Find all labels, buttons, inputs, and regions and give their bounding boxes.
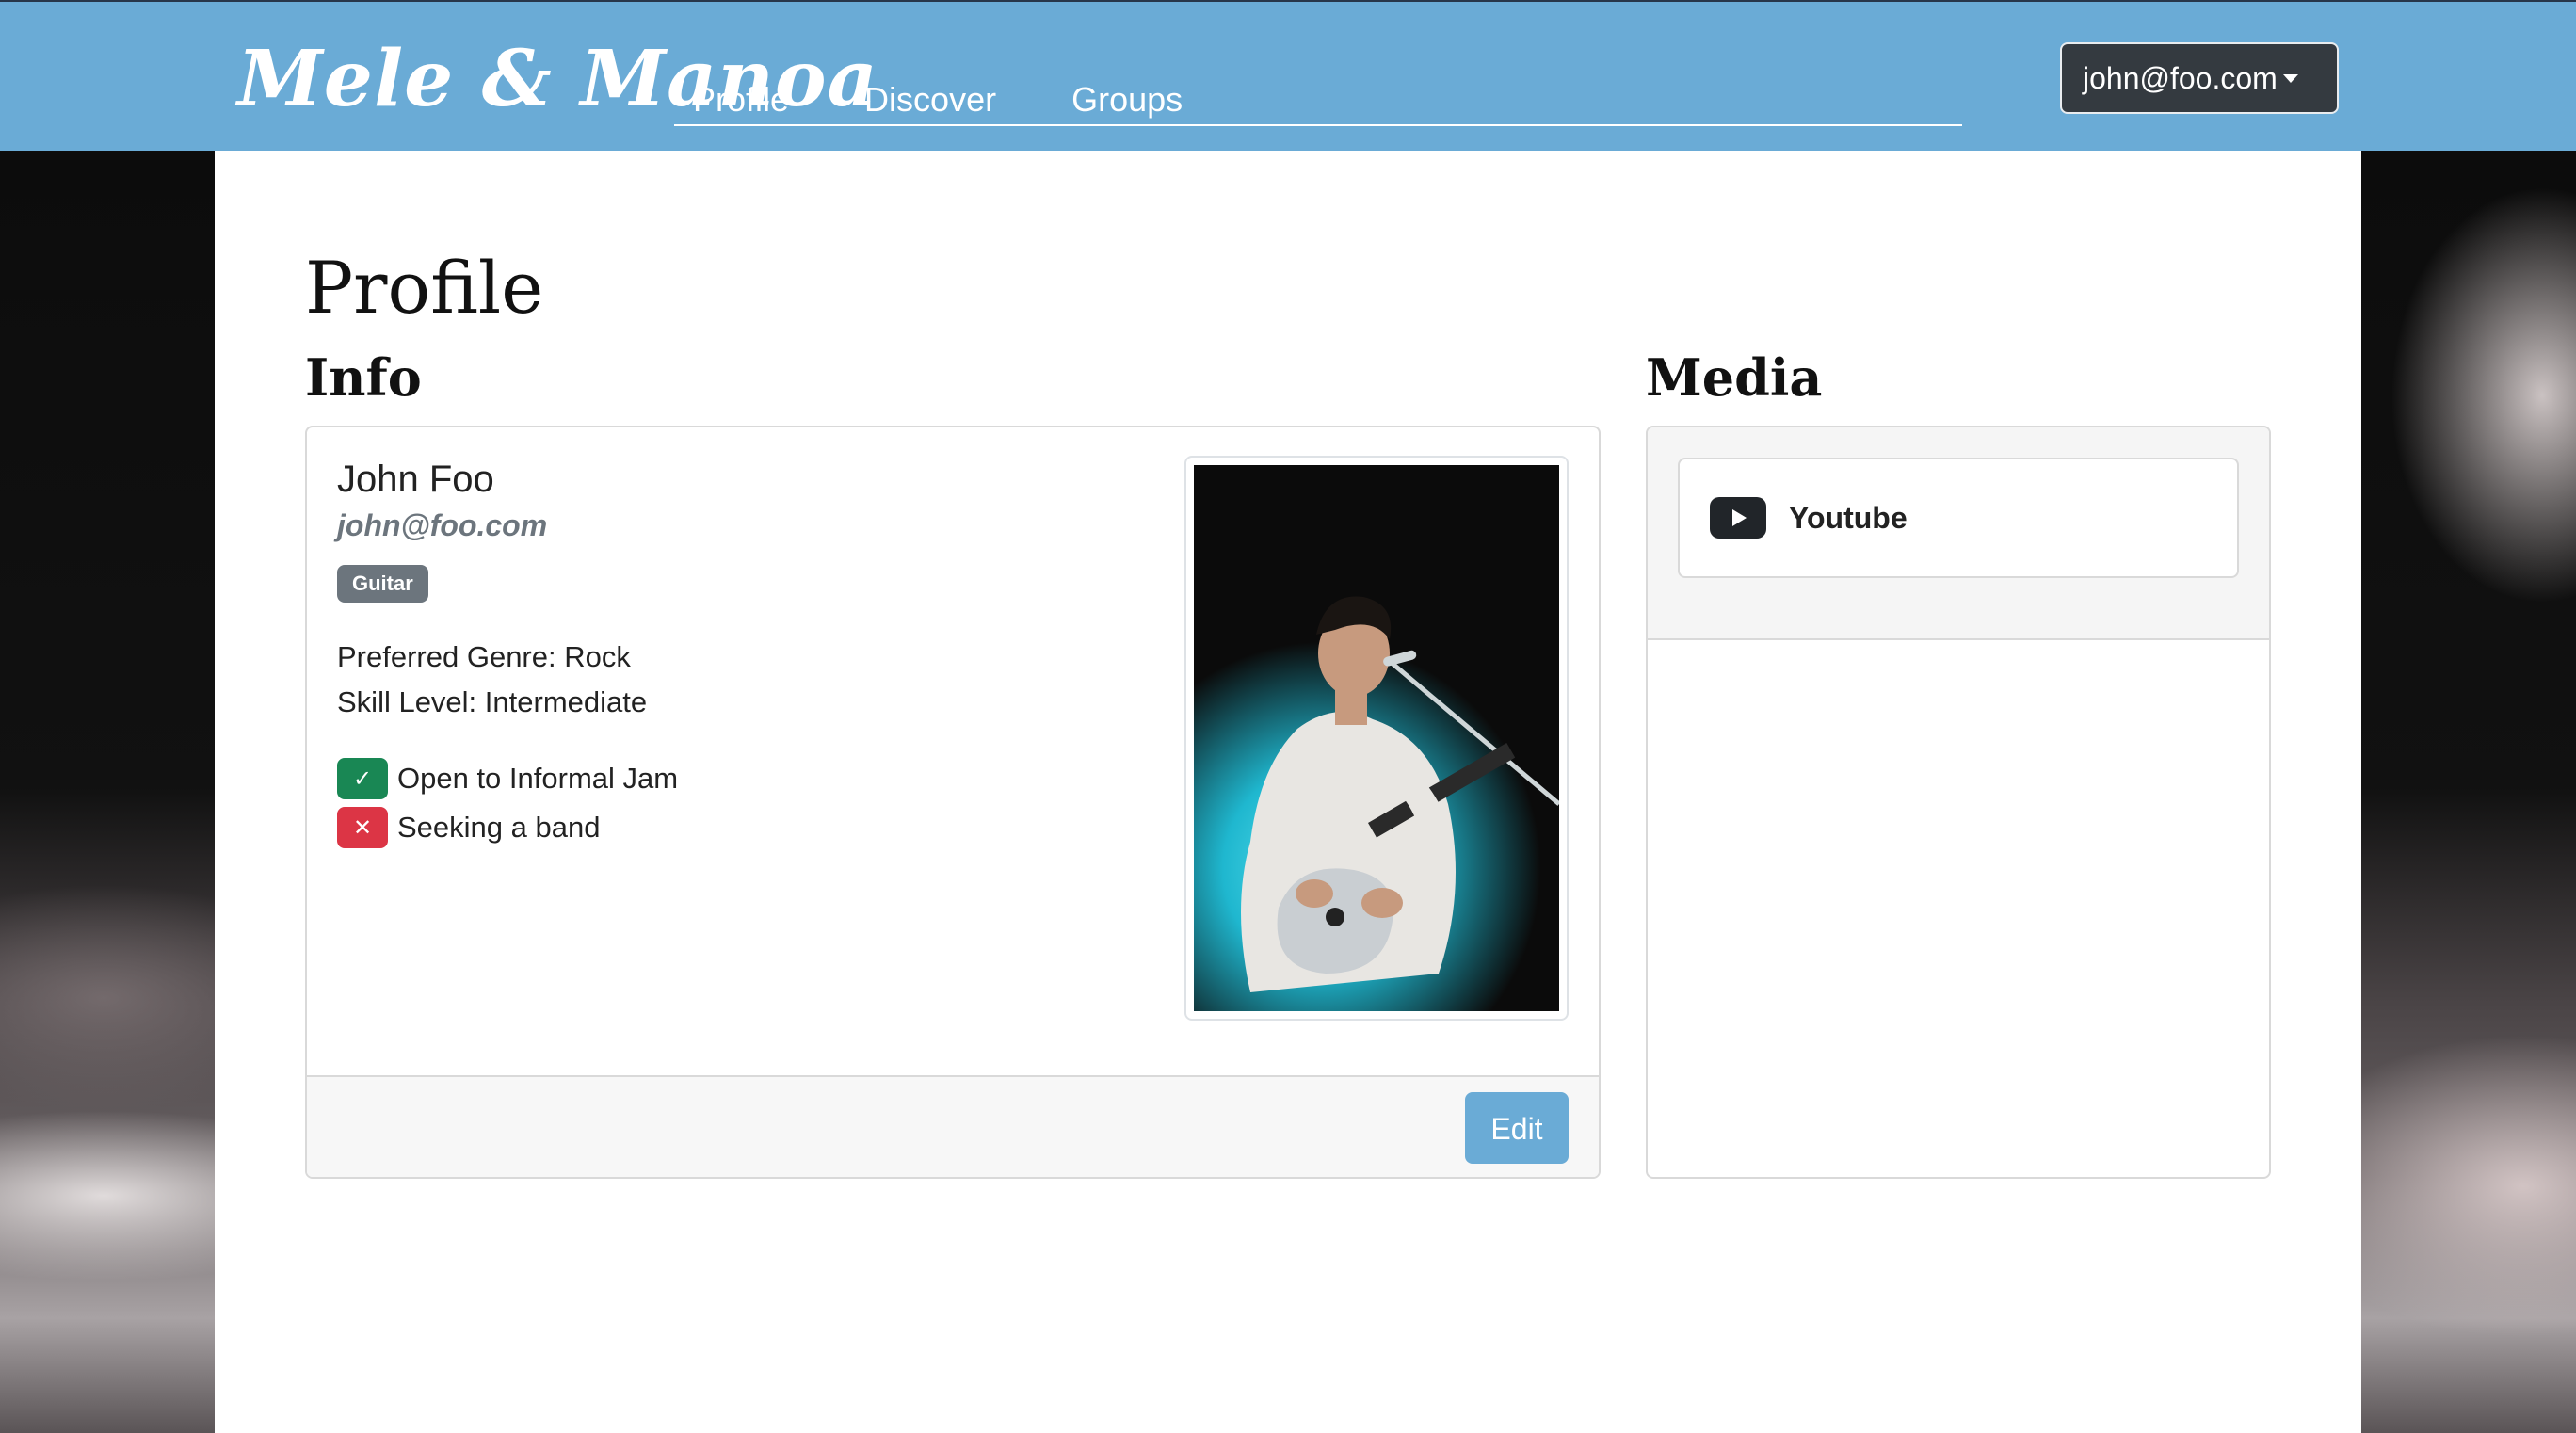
media-card-header: Youtube [1648, 427, 2269, 640]
youtube-icon [1710, 497, 1766, 539]
profile-photo-frame [1184, 456, 1569, 1021]
user-menu-dropdown[interactable]: john@foo.com [2060, 42, 2339, 114]
instrument-badge: Guitar [337, 565, 428, 603]
nav-links: Profile Discover Groups [674, 75, 1962, 126]
info-section-title: Info [305, 347, 422, 408]
profile-email: john@foo.com [337, 508, 548, 542]
info-card-footer: Edit [307, 1075, 1599, 1177]
open-to-jam-label: Open to Informal Jam [397, 762, 679, 795]
user-menu-label: john@foo.com [2083, 61, 2278, 95]
open-to-jam-status: ✓ Open to Informal Jam [337, 757, 678, 800]
nav-link-profile[interactable]: Profile [674, 79, 808, 124]
media-card: Youtube [1646, 426, 2271, 1179]
media-tab-youtube[interactable]: Youtube [1678, 458, 2239, 578]
caret-down-icon [2282, 74, 2298, 83]
check-icon: ✓ [337, 758, 388, 799]
seeking-band-label: Seeking a band [397, 811, 601, 844]
media-section-title: Media [1646, 347, 1823, 408]
nav-link-groups[interactable]: Groups [1053, 79, 1201, 124]
preferred-genre: Preferred Genre: Rock [337, 640, 631, 673]
skill-level: Skill Level: Intermediate [337, 685, 648, 718]
x-icon: ✕ [337, 807, 388, 848]
info-card: John Foo john@foo.com Guitar Preferred G… [305, 426, 1601, 1179]
nav-link-discover[interactable]: Discover [845, 79, 1015, 124]
edit-button[interactable]: Edit [1465, 1092, 1569, 1164]
navbar: Mele & Manoa Profile Discover Groups joh… [0, 0, 2576, 151]
profile-name: John Foo [337, 459, 494, 500]
page-title: Profile [305, 246, 544, 330]
main-content: Profile Info Media John Foo john@foo.com… [215, 151, 2361, 1433]
seeking-band-status: ✕ Seeking a band [337, 806, 600, 849]
profile-photo [1194, 465, 1559, 1011]
media-tab-label: Youtube [1789, 500, 1908, 535]
info-card-body: John Foo john@foo.com Guitar Preferred G… [307, 427, 1599, 1075]
